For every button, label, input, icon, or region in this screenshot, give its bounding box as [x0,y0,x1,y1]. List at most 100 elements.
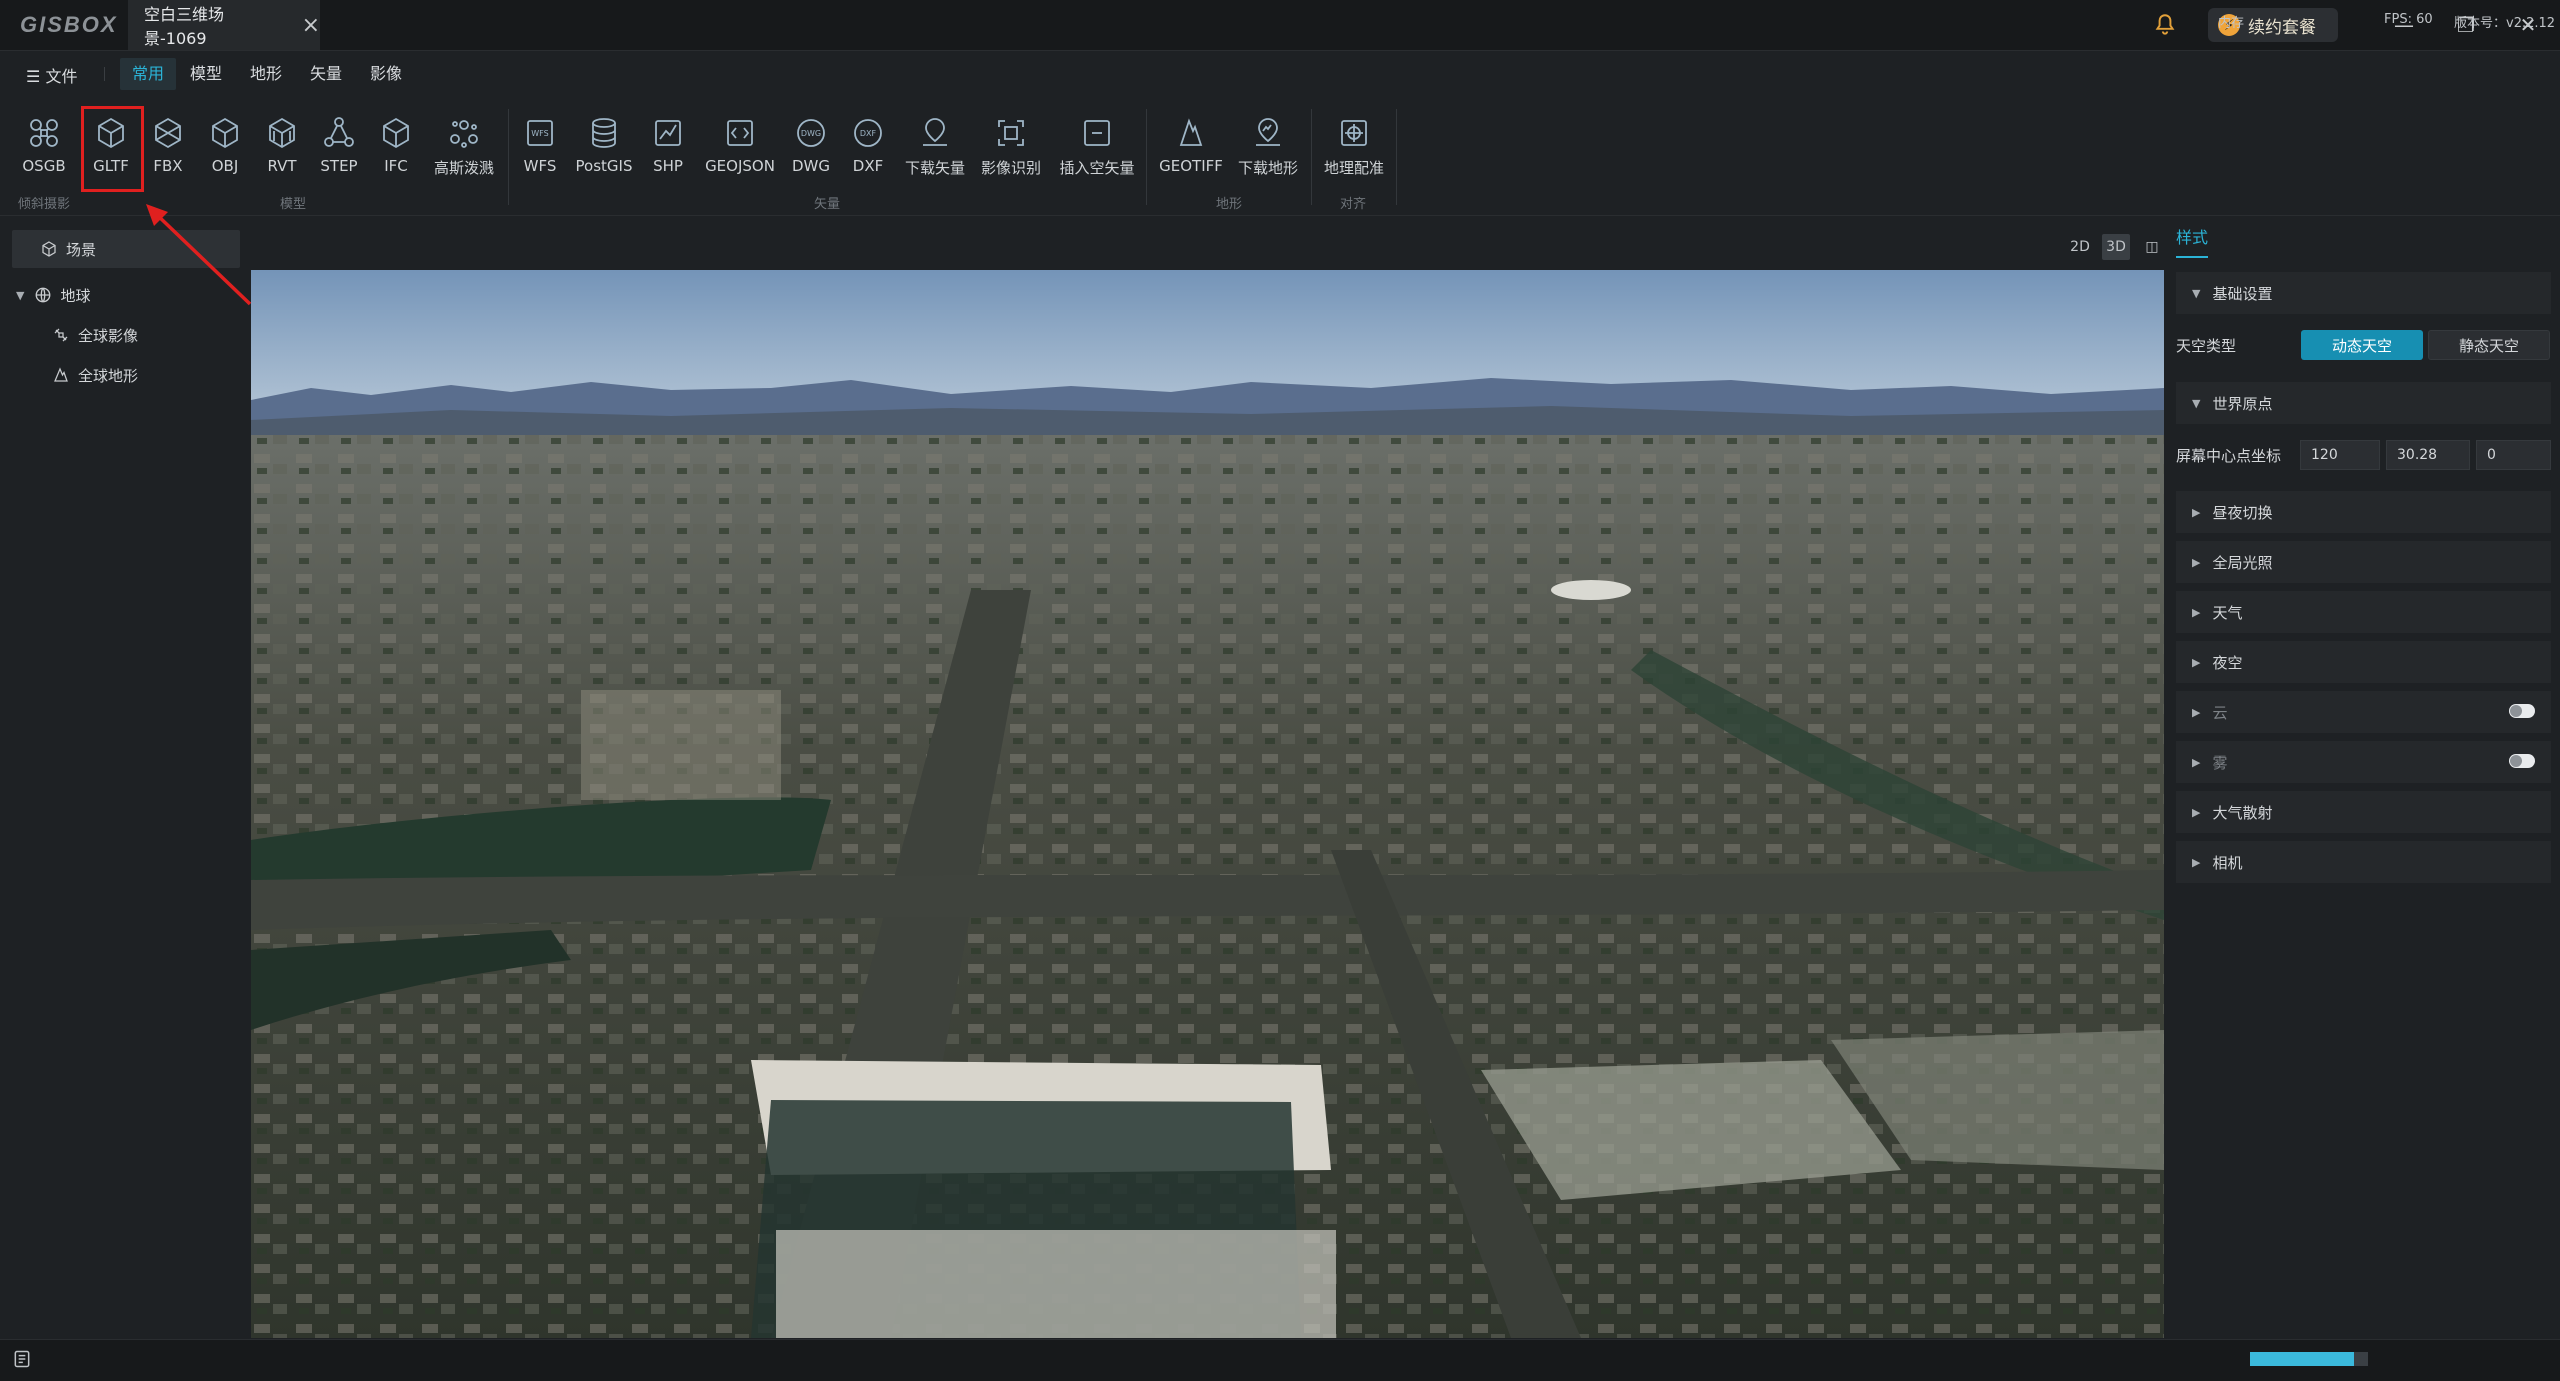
fog-toggle[interactable] [2509,754,2535,768]
split-view-icon[interactable]: ◫ [2138,234,2166,260]
tree-item-earth[interactable]: ▼ 地球 [16,280,90,310]
wfs-icon: WFS [527,120,553,146]
menu-file[interactable]: ☰ 文件 [26,63,77,87]
section-cloud[interactable]: ▶ 云 [2176,691,2551,733]
tree-item-global-terrain[interactable]: 全球地形 [52,360,138,390]
tool-image-recognition[interactable]: 影像识别 [977,115,1045,178]
caret-right-icon: ▶ [2192,505,2201,519]
cloud-toggle[interactable] [2509,704,2535,718]
tool-georeference[interactable]: 地理配准 [1320,115,1388,178]
close-tab-icon[interactable]: × [302,13,320,38]
app-logo: GISBOX [20,12,118,37]
tab-model[interactable]: 模型 [178,58,234,90]
tool-download-terrain[interactable]: 下载地形 [1234,115,1302,178]
target-icon [1341,120,1367,146]
tool-label: GEOTIFF [1159,157,1223,175]
map-pin-download-icon [923,118,947,146]
city-aerial-scene [251,270,2164,1338]
mountain-icon [54,367,68,382]
tool-wfs[interactable]: WFS WFS [506,115,574,175]
tool-label: PostGIS [575,157,633,175]
center-y-input[interactable]: 30.28 [2386,440,2470,470]
group-label: 矢量 [814,197,841,212]
nodes-icon [324,117,354,147]
tool-gaussian-splat[interactable]: 高斯泼溅 [430,115,498,178]
section-camera[interactable]: ▶ 相机 [2176,841,2551,883]
document-tab[interactable]: 空白三维场景-1069 × [128,0,320,50]
highlight-box [81,106,144,192]
tool-label: 高斯泼溅 [433,159,494,177]
database-icon [592,118,616,148]
section-day-night[interactable]: ▶ 昼夜切换 [2176,491,2551,533]
caret-down-icon: ▼ [2192,396,2201,410]
section-world-origin[interactable]: ▼ 世界原点 [2176,382,2551,424]
tool-download-vector[interactable]: 下载矢量 [901,115,969,178]
mountain-icon [1179,118,1203,146]
log-icon[interactable] [12,1349,32,1369]
section-label: 天气 [2212,603,2243,622]
group-separator [1396,109,1397,205]
tool-label: IFC [384,157,408,175]
group-label: 地形 [1216,197,1243,212]
version-label: 版本号：v2.2.12 [2454,16,2556,31]
ribbon-toolbar: OSGB GLTF FBX OBJ RVT STEP IFC 高斯泼溅 WFS … [0,97,2560,216]
section-label: 相机 [2212,853,2243,872]
tree-item-label: 全球地形 [78,366,139,385]
tab-common[interactable]: 常用 [120,58,177,90]
tool-postgis[interactable]: PostGIS [570,115,638,175]
section-label: 世界原点 [2212,394,2273,413]
svg-text:DXF: DXF [860,129,877,138]
view-3d-button[interactable]: 3D [2102,234,2130,260]
static-sky-button[interactable]: 静态天空 [2428,330,2550,360]
section-basic-settings[interactable]: ▼ 基础设置 [2176,272,2551,314]
tool-label: GEOJSON [705,157,775,175]
tree-item-label: 全球影像 [78,326,139,345]
tree-item-label: 地球 [60,286,91,305]
group-label: 模型 [280,197,307,212]
screen-center-label: 屏幕中心点坐标 [2176,447,2282,465]
bell-icon[interactable] [2152,12,2178,38]
caret-down-icon[interactable]: ▼ [16,289,24,302]
caret-right-icon: ▶ [2192,705,2201,719]
tool-insert-empty-vector[interactable]: 插入空矢量 [1060,115,1135,178]
splat-icon [450,120,478,148]
tool-label: 地理配准 [1323,159,1384,177]
document-tab-label: 空白三维场景-1069 [144,5,225,48]
memory-bar-fill [2250,1352,2354,1366]
tool-geojson[interactable]: GEOJSON [705,115,775,175]
tool-label: STEP [320,157,358,175]
center-z-input[interactable]: 0 [2476,440,2551,470]
tool-ifc[interactable]: IFC [362,115,430,175]
section-atmosphere-scattering[interactable]: ▶ 大气散射 [2176,791,2551,833]
tool-shp[interactable]: SHP [634,115,702,175]
section-night-sky[interactable]: ▶ 夜空 [2176,641,2551,683]
tree-item-global-imagery[interactable]: 全球影像 [52,320,138,350]
group-separator [1311,109,1312,205]
view-mode-toggle: 2D 3D ◫ [2066,234,2166,260]
caret-right-icon: ▶ [2192,605,2201,619]
tab-terrain[interactable]: 地形 [238,58,294,90]
section-label: 夜空 [2212,653,2243,672]
tree-item-label: 场景 [66,240,97,259]
tool-dxf[interactable]: DXF DXF [834,115,902,175]
scene-tree-panel: 场景 ▼ 地球 全球影像 全球地形 [0,216,250,1338]
tool-geotiff[interactable]: GEOTIFF [1157,115,1225,175]
caret-right-icon: ▶ [2192,755,2201,769]
tab-vector[interactable]: 矢量 [298,58,354,90]
caret-right-icon: ▶ [2192,555,2201,569]
tab-style[interactable]: 样式 [2176,224,2209,258]
section-global-illumination[interactable]: ▶ 全局光照 [2176,541,2551,583]
tool-label: 插入空矢量 [1059,159,1135,177]
tab-imagery[interactable]: 影像 [358,58,414,90]
status-bar [0,1339,2560,1381]
section-weather[interactable]: ▶ 天气 [2176,591,2551,633]
3d-viewport[interactable] [251,270,2164,1338]
section-fog[interactable]: ▶ 雾 [2176,741,2551,783]
menu-bar: ☰ 文件 常用 模型 地形 矢量 影像 [0,51,2560,97]
view-2d-button[interactable]: 2D [2066,234,2094,260]
dynamic-sky-button[interactable]: 动态天空 [2301,330,2423,360]
tool-osgb[interactable]: OSGB [10,115,78,175]
globe-icon [36,287,51,303]
terrain-download-icon [1256,118,1280,146]
center-x-input[interactable]: 120 [2300,440,2380,470]
